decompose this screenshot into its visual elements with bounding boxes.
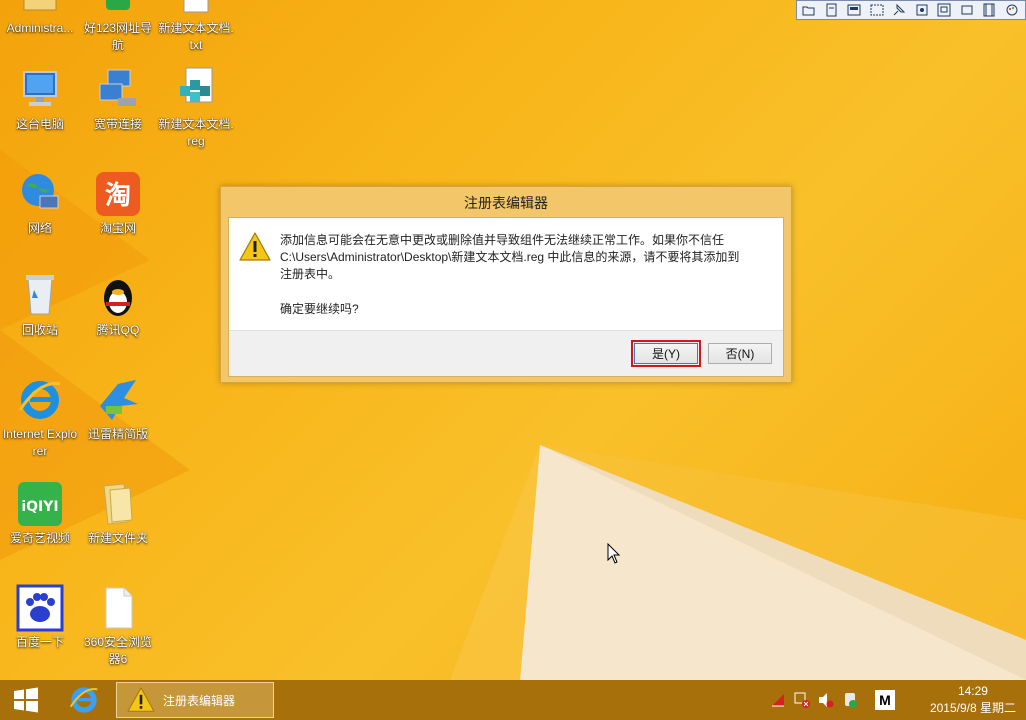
network-status-icon[interactable] (794, 692, 810, 708)
desktop-icon-label: Internet Explorer (2, 427, 78, 458)
desktop-icon-hao123[interactable]: 好123网址导航 (80, 0, 156, 54)
desktop-icon-label: Administra... (6, 21, 74, 35)
desktop-icon-label: 百度一下 (15, 635, 64, 649)
desktop-icon-network[interactable]: 网络 (2, 170, 78, 237)
desktop-icon-xunlei[interactable]: 迅雷精简版 (80, 376, 156, 443)
desktop-icon-recycle-bin[interactable]: 回收站 (2, 272, 78, 339)
desktop-icon-label: 迅雷精简版 (87, 427, 148, 441)
xunlei-bird-icon (94, 376, 142, 424)
desktop-icon-internet-explorer[interactable]: Internet Explorer (2, 376, 78, 460)
computer-icon (16, 66, 64, 114)
yes-button[interactable]: 是(Y) (631, 340, 701, 367)
dialog-message-line: 添加信息可能会在无意中更改或删除值并导致组件无法继续正常工作。如果你不信任 (280, 233, 725, 247)
desktop-icon-iqiyi[interactable]: iQIYI 爱奇艺视频 (2, 480, 78, 547)
desktop-icon-baidu[interactable]: 百度一下 (2, 584, 78, 651)
desktop-icon-label: 回收站 (21, 323, 58, 337)
rectangle-icon[interactable] (958, 2, 976, 18)
volume-muted-icon[interactable] (818, 692, 834, 708)
film-icon[interactable] (980, 2, 998, 18)
desktop-icon-broadband[interactable]: 宽带连接 (80, 66, 156, 133)
registry-editor-dialog: 注册表编辑器 添加信息可能会在无意中更改或删除值并导致组件无法继续正常工作。如果… (220, 186, 792, 383)
desktop-icon-label: 新建文件夹 (87, 531, 148, 545)
taobao-icon: 淘 (94, 170, 142, 218)
desktop-icon-label: 新建文本文档.txt (158, 21, 234, 52)
clock-date: 2015/9/8 星期二 (929, 701, 1016, 715)
desktop-icon-label: 好123网址导航 (83, 21, 153, 52)
security-shield-icon[interactable] (842, 692, 858, 708)
blank-file-icon (94, 584, 142, 632)
baidu-paw-icon (16, 584, 64, 632)
text-file-icon (172, 0, 220, 18)
dialog-message: 添加信息可能会在无意中更改或删除值并导致组件无法继续正常工作。如果你不信任 C:… (280, 232, 770, 283)
system-tray: M 14:29 2015/9/8 星期二 (764, 680, 1026, 720)
network-connection-icon (94, 66, 142, 114)
svg-text:iQIYI: iQIYI (21, 499, 58, 515)
desktop-icon-new-reg[interactable]: 新建文本文档.reg (158, 66, 234, 150)
flag-icon[interactable] (770, 692, 786, 708)
warning-icon (239, 232, 271, 262)
dialog-message-line: 注册表中。 (280, 267, 341, 281)
desktop-icon-label: 淘宝网 (99, 221, 136, 235)
clock[interactable]: 14:29 2015/9/8 星期二 (930, 683, 1016, 717)
taskbar-internet-explorer[interactable] (60, 680, 108, 720)
document-icon[interactable] (823, 2, 841, 18)
desktop-icon-label: 360安全浏览器6 (83, 635, 153, 666)
crop-icon[interactable] (913, 2, 931, 18)
desktop-icon-label: 宽带连接 (93, 117, 142, 131)
desktop-icon-qq[interactable]: 腾讯QQ (80, 272, 156, 339)
desktop: Administra... 好123网址导航 新建文本文档.txt 这台电脑 宽… (0, 0, 1026, 680)
svg-text:淘: 淘 (105, 181, 131, 211)
desktop-icon-label: 网络 (27, 221, 52, 235)
taskbar-item-registry-editor[interactable]: 注册表编辑器 (116, 682, 274, 718)
windows-logo-icon (14, 687, 38, 713)
select-region-icon[interactable] (868, 2, 886, 18)
internet-explorer-icon (69, 687, 98, 713)
hao123-icon (94, 0, 142, 18)
taskbar: 注册表编辑器 M 14:29 2015/9/8 星期二 (0, 680, 1026, 720)
clock-time: 14:29 (957, 684, 988, 698)
iqiyi-icon: iQIYI (16, 480, 64, 528)
start-button[interactable] (0, 680, 52, 720)
dialog-content: 添加信息可能会在无意中更改或删除值并导致组件无法继续正常工作。如果你不信任 C:… (228, 217, 784, 377)
qq-penguin-icon (94, 272, 142, 320)
no-button[interactable]: 否(N) (708, 343, 772, 364)
frame-icon[interactable] (935, 2, 953, 18)
desktop-icon-label: 腾讯QQ (96, 323, 140, 337)
open-folder-icon[interactable] (800, 2, 818, 18)
desktop-icon-label: 爱奇艺视频 (9, 531, 70, 545)
desktop-icon-new-txt[interactable]: 新建文本文档.txt (158, 0, 234, 54)
desktop-icon-label: 新建文本文档.reg (158, 117, 234, 148)
registry-file-icon (172, 66, 220, 114)
desktop-icon-360-browser[interactable]: 360安全浏览器6 (80, 584, 156, 668)
desktop-icon-new-folder[interactable]: 新建文件夹 (80, 480, 156, 547)
folder-icon (94, 480, 142, 528)
taskbar-item-label: 注册表编辑器 (163, 693, 236, 708)
mouse-cursor-icon (607, 542, 621, 570)
dialog-message-line: C:\Users\Administrator\Desktop\新建文本文档.re… (280, 250, 740, 264)
dialog-confirm-question: 确定要继续吗? (280, 302, 359, 316)
desktop-icon-taobao[interactable]: 淘 淘宝网 (80, 170, 156, 237)
recycle-bin-icon (16, 272, 64, 320)
floating-toolbar (796, 0, 1026, 20)
globe-network-icon (16, 170, 64, 218)
palette-icon[interactable] (1003, 2, 1021, 18)
warning-icon (127, 687, 155, 712)
desktop-icon-label: 这台电脑 (15, 117, 64, 131)
window-icon[interactable] (845, 2, 863, 18)
pin-icon[interactable] (890, 2, 908, 18)
desktop-icon-this-pc[interactable]: 这台电脑 (2, 66, 78, 133)
user-folder-icon (16, 0, 64, 18)
desktop-icon-administrator[interactable]: Administra... (2, 0, 78, 37)
dialog-button-bar: 是(Y) 否(N) (229, 330, 783, 376)
input-method-indicator[interactable]: M (875, 690, 895, 710)
dialog-title: 注册表编辑器 (464, 195, 548, 211)
internet-explorer-icon (16, 376, 64, 424)
